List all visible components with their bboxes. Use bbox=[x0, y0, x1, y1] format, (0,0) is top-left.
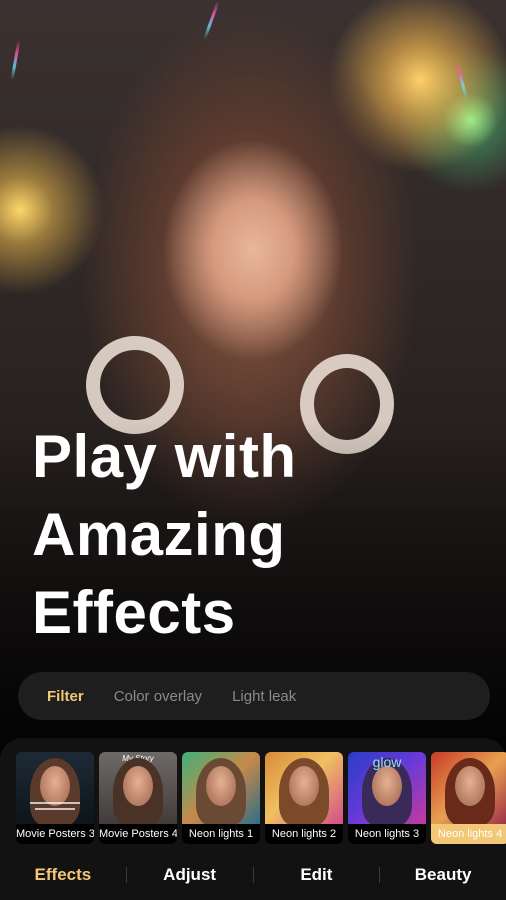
headline-line-1: Play with bbox=[32, 423, 297, 490]
tab-light-leak[interactable]: Light leak bbox=[232, 688, 296, 705]
face-shape bbox=[123, 766, 153, 806]
face-shape bbox=[455, 766, 485, 806]
nav-effects[interactable]: Effects bbox=[0, 865, 126, 885]
filter-label: Neon lights 1 bbox=[182, 824, 260, 844]
filter-thumb-movie-posters-3[interactable]: Movie Posters 3 bbox=[16, 752, 94, 844]
filter-thumb-neon-lights-2[interactable]: Neon lights 2 bbox=[265, 752, 343, 844]
promo-headline: Play with Amazing Effects bbox=[32, 418, 472, 652]
tab-filter[interactable]: Filter bbox=[47, 688, 84, 705]
filter-preview-image bbox=[16, 752, 94, 826]
nav-adjust[interactable]: Adjust bbox=[127, 865, 253, 885]
filter-thumb-neon-lights-3[interactable]: glow Neon lights 3 bbox=[348, 752, 426, 844]
tab-color-overlay[interactable]: Color overlay bbox=[114, 688, 202, 705]
filter-label: Neon lights 2 bbox=[265, 824, 343, 844]
face-shape bbox=[289, 766, 319, 806]
filter-thumb-neon-lights-4[interactable]: Neon lights 4 bbox=[431, 752, 506, 844]
filter-label: Movie Posters 3 bbox=[16, 824, 94, 844]
effect-category-bar: Filter Color overlay Light leak bbox=[18, 672, 490, 720]
filter-preview-image bbox=[431, 752, 506, 826]
poster-caption-line bbox=[35, 808, 75, 810]
nav-beauty[interactable]: Beauty bbox=[380, 865, 506, 885]
filter-preview-image: My Story bbox=[99, 752, 177, 826]
filter-thumb-movie-posters-4[interactable]: My Story Movie Posters 4 bbox=[99, 752, 177, 844]
neon-overlay-text: glow bbox=[372, 754, 402, 770]
filter-preview-image: glow bbox=[348, 752, 426, 826]
filter-preview-image bbox=[265, 752, 343, 826]
filter-thumbnail-strip[interactable]: Movie Posters 3 My Story Movie Posters 4… bbox=[16, 752, 506, 844]
poster-caption-line bbox=[30, 802, 80, 804]
filter-preview-image bbox=[182, 752, 260, 826]
face-shape bbox=[40, 766, 70, 806]
headline-line-2: Amazing bbox=[32, 501, 286, 568]
filter-label: Neon lights 4 bbox=[431, 824, 506, 844]
filter-label: Movie Posters 4 bbox=[99, 824, 177, 844]
headline-line-3: Effects bbox=[32, 579, 236, 646]
nav-edit[interactable]: Edit bbox=[254, 865, 380, 885]
filter-label: Neon lights 3 bbox=[348, 824, 426, 844]
bottom-navigation: Effects Adjust Edit Beauty bbox=[0, 856, 506, 894]
filter-thumb-neon-lights-1[interactable]: Neon lights 1 bbox=[182, 752, 260, 844]
face-shape bbox=[206, 766, 236, 806]
face-shape bbox=[372, 766, 402, 806]
